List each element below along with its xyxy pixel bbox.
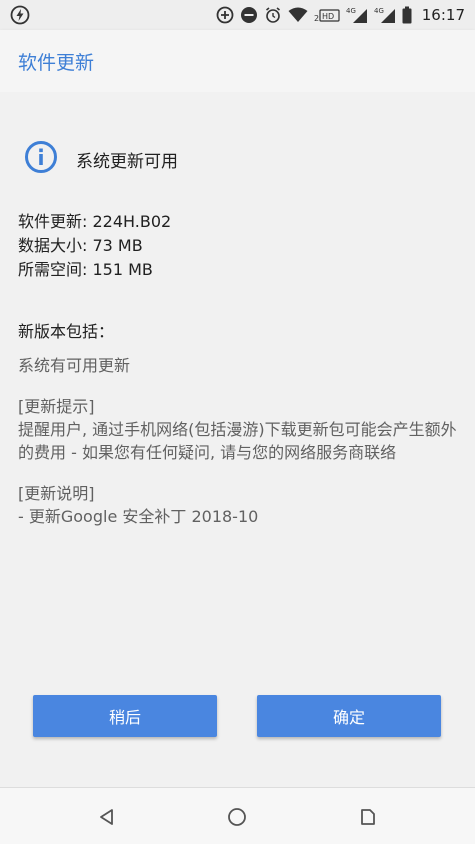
- alarm-icon: [264, 6, 282, 24]
- back-icon[interactable]: [96, 806, 118, 828]
- do-not-disturb-icon: [240, 6, 258, 24]
- recents-icon[interactable]: [357, 806, 379, 828]
- navigation-bar: [0, 787, 475, 844]
- changelog-heading: 新版本包括：: [18, 322, 115, 341]
- data-saver-icon: [216, 6, 234, 24]
- home-icon[interactable]: [226, 806, 248, 828]
- update-tip-body: 提醒用户, 通过手机网络(包括漫游)下载更新包可能会产生额外的费用 - 如果您有…: [18, 420, 457, 462]
- update-tip-title: [更新提示]: [18, 397, 95, 416]
- flash-icon: [10, 5, 30, 25]
- update-content: 系统更新可用 软件更新: 224H.B02 数据大小: 73 MB 所需空间: …: [0, 92, 475, 787]
- update-available-row: 系统更新可用: [24, 140, 178, 178]
- svg-text:4G: 4G: [346, 7, 356, 15]
- signal-4g-icon: 4G: [374, 6, 396, 24]
- ok-button[interactable]: 确定: [257, 695, 441, 737]
- required-space: 所需空间: 151 MB: [18, 260, 153, 279]
- svg-text:2: 2: [314, 14, 319, 23]
- app-bar: 软件更新: [0, 30, 475, 92]
- status-bar: 2 HD 4G 4G 16:17: [0, 0, 475, 30]
- update-available-text: 系统更新可用: [76, 151, 178, 172]
- wifi-icon: [288, 7, 308, 23]
- changelog-body: 系统有可用更新 [更新提示] 提醒用户, 通过手机网络(包括漫游)下载更新包可能…: [18, 354, 458, 528]
- svg-text:4G: 4G: [374, 7, 384, 15]
- changelog-summary: 系统有可用更新: [18, 356, 131, 375]
- status-time: 16:17: [421, 6, 465, 24]
- update-details: 软件更新: 224H.B02 数据大小: 73 MB 所需空间: 151 MB: [18, 210, 171, 282]
- download-size: 数据大小: 73 MB: [18, 236, 143, 255]
- svg-text:HD: HD: [322, 12, 334, 21]
- release-notes-title: [更新说明]: [18, 484, 95, 503]
- hd-icon: 2 HD: [314, 7, 340, 23]
- signal-4g-icon: 4G: [346, 6, 368, 24]
- later-button[interactable]: 稍后: [33, 695, 217, 737]
- release-notes-item: - 更新Google 安全补丁 2018-10: [18, 507, 259, 526]
- info-icon: [24, 140, 58, 178]
- software-version: 软件更新: 224H.B02: [18, 212, 172, 231]
- battery-icon: [402, 6, 412, 24]
- page-title: 软件更新: [18, 51, 95, 74]
